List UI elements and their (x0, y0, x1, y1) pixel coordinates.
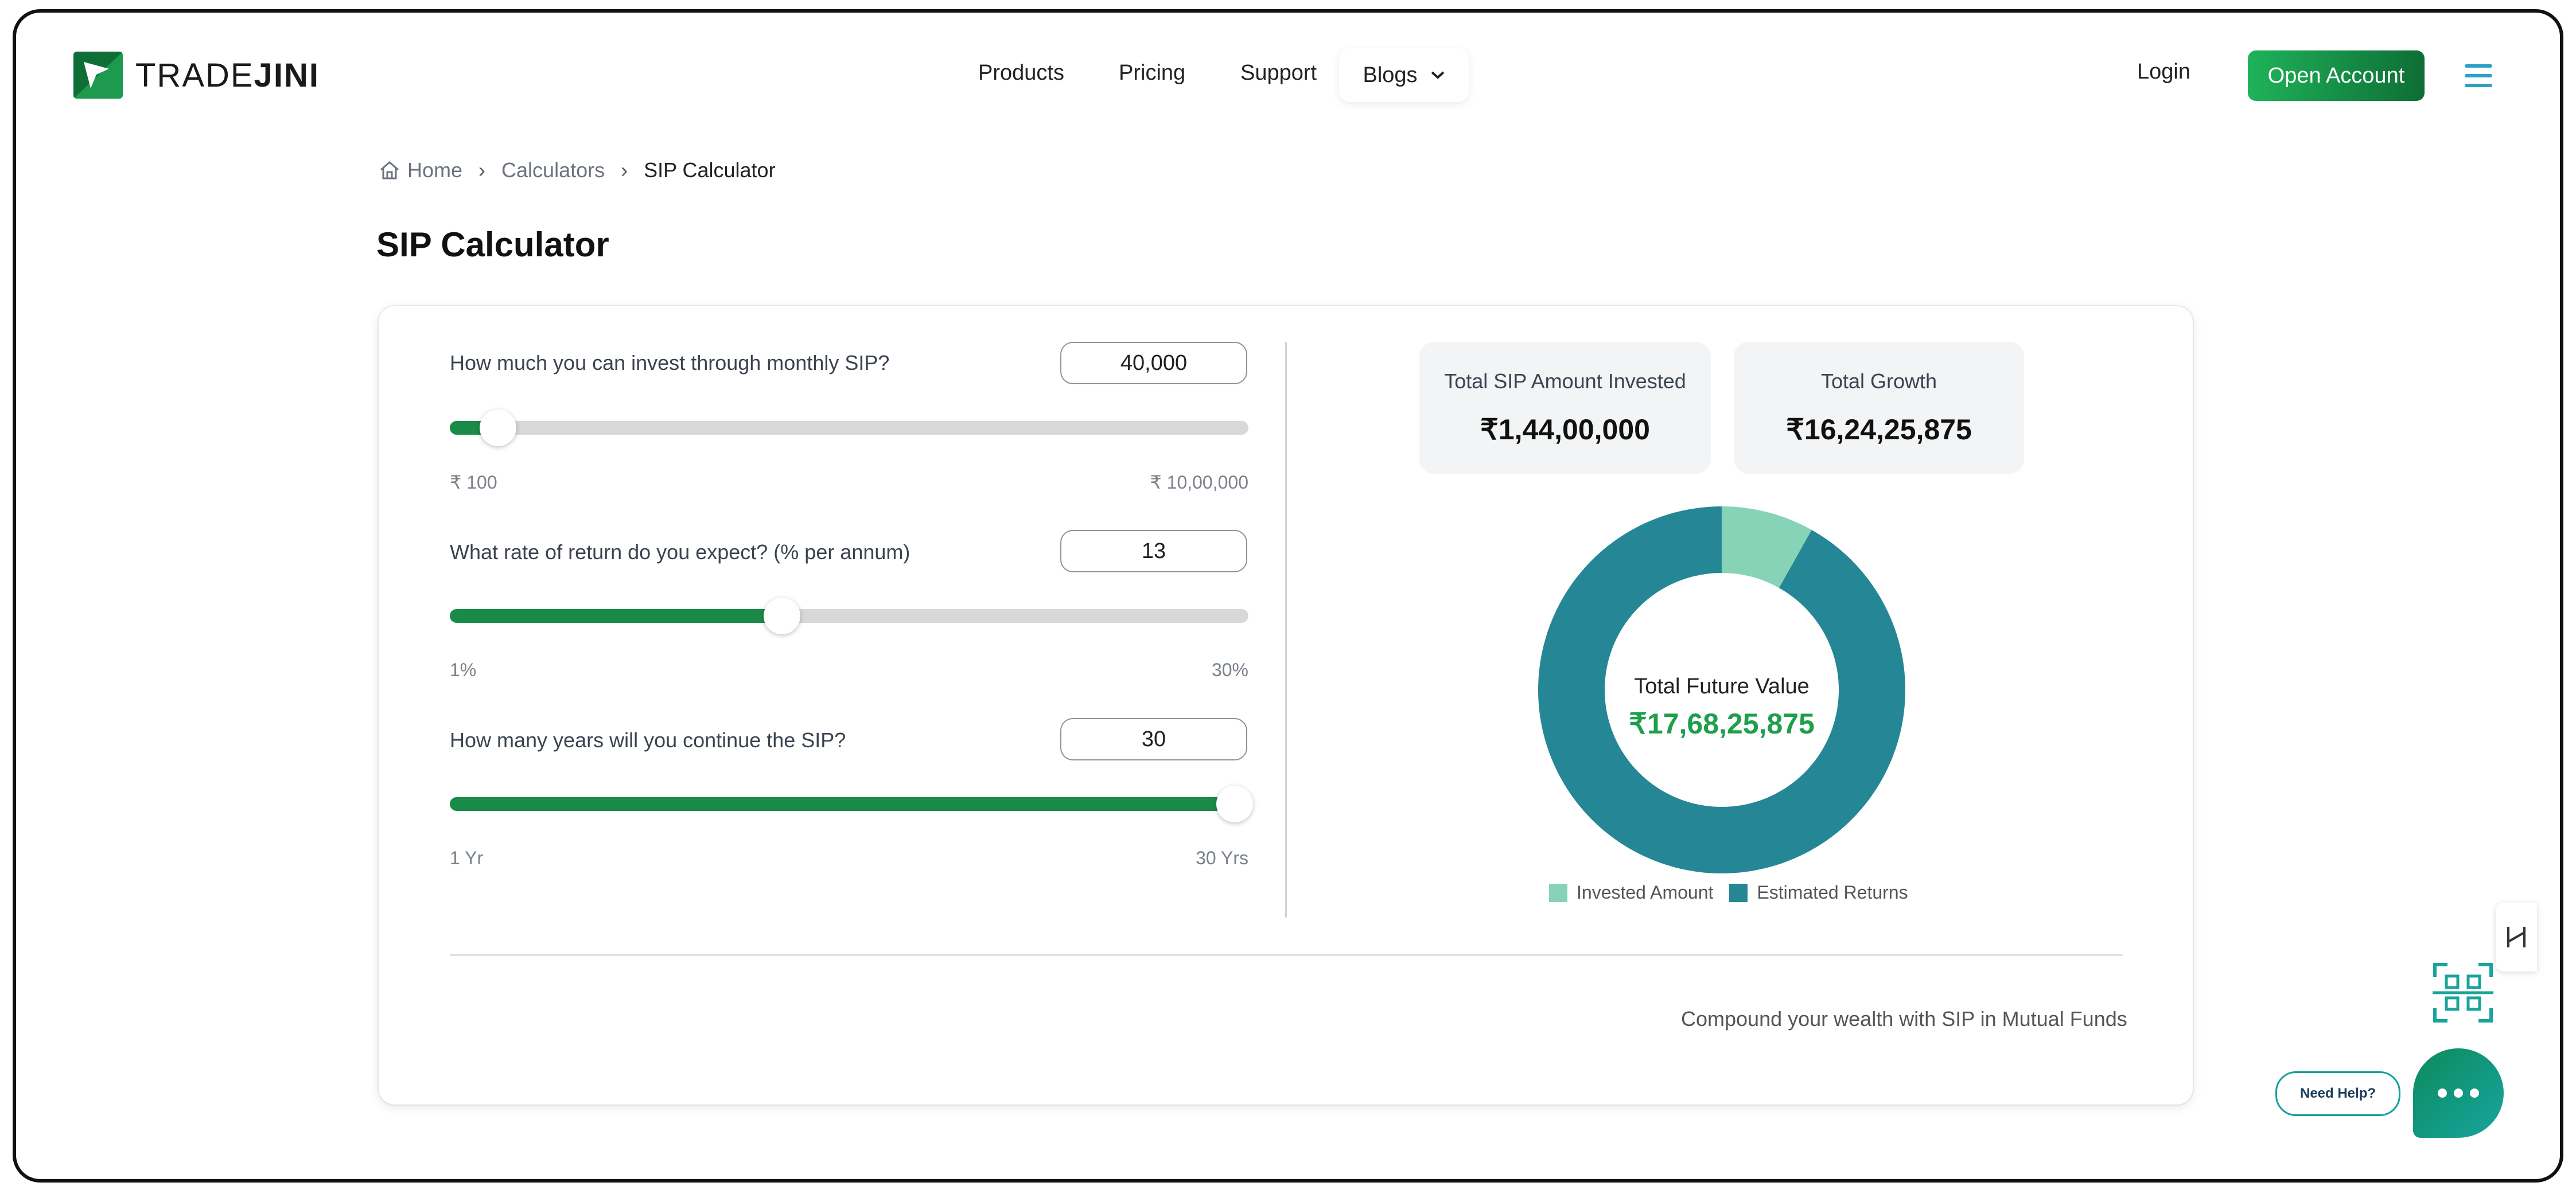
breadcrumb-home[interactable]: Home (407, 158, 462, 182)
monthly-sip-max: ₹ 10,00,000 (1150, 472, 1248, 493)
chat-dots-icon (2438, 1088, 2447, 1098)
total-growth-card: Total Growth ₹16,24,25,875 (1734, 342, 2024, 474)
total-invested-value: ₹1,44,00,000 (1480, 413, 1650, 446)
years-slider-fill (450, 797, 1248, 811)
total-growth-value: ₹16,24,25,875 (1786, 413, 1972, 446)
breadcrumb-separator-icon: › (621, 158, 628, 182)
nav-pricing[interactable]: Pricing (1119, 61, 1185, 85)
return-rate-slider-fill (450, 609, 783, 623)
total-future-value: ₹17,68,25,875 (1629, 708, 1815, 740)
legend-label-invested: Invested Amount (1577, 882, 1714, 903)
chat-support-button[interactable] (2413, 1048, 2504, 1138)
side-collapse-tab-icon[interactable] (2496, 903, 2537, 971)
legend-swatch-returns (1729, 883, 1748, 902)
nav-support[interactable]: Support (1240, 61, 1317, 85)
breadcrumb-separator-icon: › (478, 158, 486, 182)
return-rate-slider[interactable] (450, 598, 1248, 634)
donut-center: Total Future Value ₹17,68,25,875 (1538, 674, 1906, 740)
legend-swatch-invested (1549, 883, 1567, 902)
nav-blogs-dropdown[interactable]: Blogs (1339, 48, 1469, 102)
return-rate-slider-thumb[interactable] (764, 598, 801, 634)
chevron-down-icon (1431, 71, 1444, 79)
monthly-sip-slider[interactable] (450, 409, 1248, 446)
page-title: SIP Calculator (376, 225, 609, 264)
login-link[interactable]: Login (2137, 60, 2190, 84)
legend-item-invested: Invested Amount (1549, 882, 1713, 903)
return-rate-input[interactable]: 13 (1060, 530, 1247, 572)
breadcrumb-current: SIP Calculator (644, 158, 776, 182)
years-input[interactable]: 30 (1060, 718, 1247, 760)
legend-label-returns: Estimated Returns (1757, 882, 1908, 903)
qr-code-icon[interactable] (2433, 962, 2493, 1023)
monthly-sip-min: ₹ 100 (450, 472, 497, 493)
nav-products[interactable]: Products (978, 61, 1064, 85)
tradejini-logo-icon (73, 52, 123, 99)
return-rate-max: 30% (1211, 660, 1248, 680)
years-slider[interactable] (450, 786, 1253, 822)
monthly-sip-slider-thumb[interactable] (479, 409, 516, 446)
horizontal-divider (450, 954, 2123, 956)
monthly-sip-label: How much you can invest through monthly … (450, 351, 890, 374)
monthly-sip-input[interactable]: 40,000 (1060, 342, 1247, 384)
return-rate-label: What rate of return do you expect? (% pe… (450, 540, 910, 564)
return-rate-min: 1% (450, 660, 477, 680)
breadcrumb-calculators[interactable]: Calculators (501, 158, 605, 182)
breadcrumb: Home › Calculators › SIP Calculator (379, 158, 776, 182)
open-account-button[interactable]: Open Account (2248, 50, 2425, 101)
total-invested-card: Total SIP Amount Invested ₹1,44,00,000 (1419, 342, 1711, 474)
legend-item-returns: Estimated Returns (1729, 882, 1908, 903)
home-icon[interactable] (379, 160, 400, 181)
nav-blogs-label: Blogs (1363, 63, 1418, 87)
years-min: 1 Yr (450, 848, 484, 868)
need-help-bubble[interactable]: Need Help? (2275, 1071, 2400, 1116)
years-slider-thumb[interactable] (1216, 786, 1253, 822)
tradejini-logo[interactable]: TRADEJINI (73, 52, 320, 99)
hamburger-menu-icon[interactable] (2465, 64, 2492, 87)
years-label: How many years will you continue the SIP… (450, 728, 846, 752)
total-invested-title: Total SIP Amount Invested (1444, 369, 1686, 393)
years-max: 30 Yrs (1196, 848, 1248, 868)
sip-tagline: Compound your wealth with SIP in Mutual … (1681, 1007, 2127, 1031)
donut-legend: Invested Amount Estimated Returns (1549, 882, 1924, 903)
vertical-divider (1285, 342, 1287, 918)
total-future-title: Total Future Value (1634, 674, 1810, 699)
total-growth-title: Total Growth (1820, 369, 1937, 393)
logo-wordmark: TRADEJINI (135, 56, 320, 94)
